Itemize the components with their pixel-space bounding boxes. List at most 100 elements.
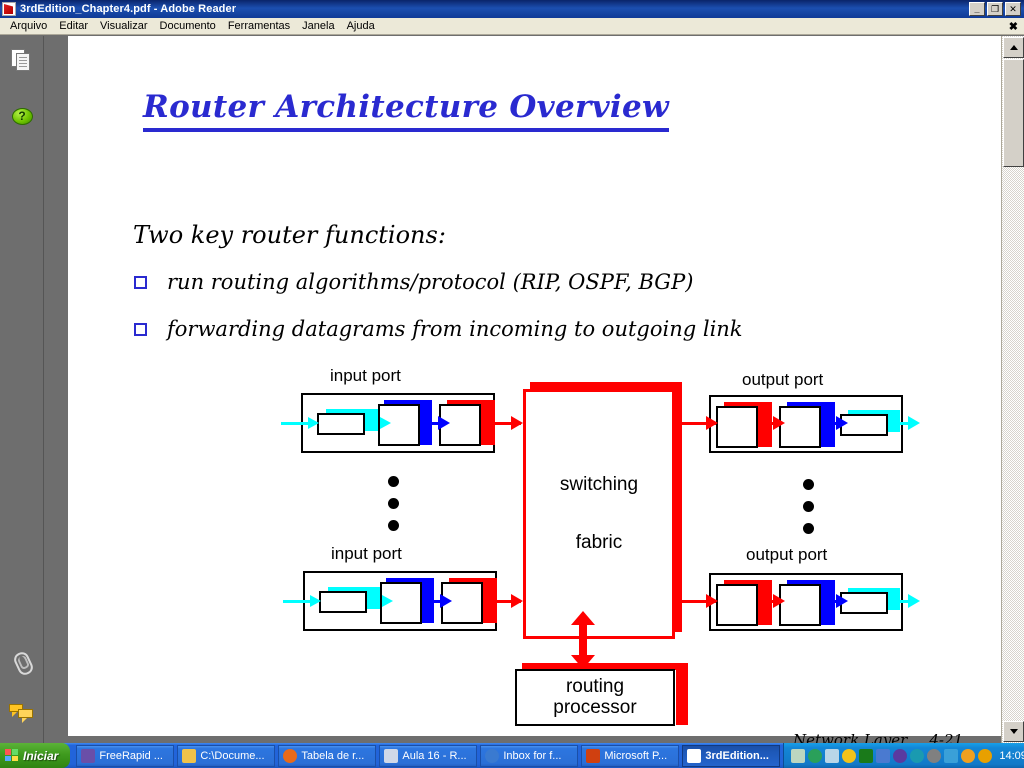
vertical-scrollbar[interactable]	[1001, 36, 1024, 743]
minimize-icon: _	[974, 4, 980, 14]
footer-label: Network Layer	[793, 731, 908, 743]
output-port-label-top: output port	[742, 370, 824, 389]
pdf-icon	[2, 2, 16, 16]
input-port-label-top: input port	[330, 366, 401, 385]
window-title-bar[interactable]: 3rdEdition_Chapter4.pdf - Adobe Reader _…	[0, 0, 1024, 18]
taskbar-button-firefox[interactable]: Tabela de r...	[278, 744, 377, 767]
input-port-label-bottom: input port	[331, 544, 402, 563]
input-top-inner-box-1	[317, 413, 365, 435]
network-icon[interactable]	[825, 748, 840, 763]
chevron-down-icon	[1009, 729, 1018, 734]
processor-shadow-right	[676, 663, 688, 725]
fabric-out-bottom-head	[706, 594, 718, 608]
taskbar: Iniciar FreeRapid ... C:\Docume... Tabel…	[0, 743, 1024, 768]
sidebar-item-pages[interactable]	[6, 46, 38, 76]
disc-icon[interactable]	[927, 748, 942, 763]
security-icon[interactable]	[978, 748, 993, 763]
display-icon[interactable]	[876, 748, 891, 763]
input-bottom-arrow-a-head	[382, 595, 393, 607]
taskbar-button-adobe-reader[interactable]: 3rdEdition...	[682, 744, 781, 767]
input-bottom-arrow-in-head	[310, 595, 321, 607]
processor-label-line2: processor	[553, 696, 637, 718]
minimize-button[interactable]: _	[969, 2, 985, 16]
menu-item-ferramentas[interactable]: Ferramentas	[222, 19, 296, 33]
folder-icon	[182, 748, 197, 763]
sidebar-item-attachments[interactable]	[6, 646, 38, 676]
taskbar-button-freerapid[interactable]: FreeRapid ...	[76, 744, 175, 767]
clock[interactable]: 14:09	[999, 750, 1024, 762]
input-bottom-arrow-out-head	[511, 594, 523, 608]
taskbar-button-label: Inbox for f...	[503, 749, 562, 762]
taskbar-button-aula16[interactable]: Aula 16 - R...	[379, 744, 478, 767]
shield-icon[interactable]	[808, 748, 823, 763]
menu-item-documento[interactable]: Documento	[154, 19, 222, 33]
output-bottom-arrow-b-head	[836, 594, 848, 608]
input-top-arrow-in-head	[308, 417, 319, 429]
close-button[interactable]: ✕	[1005, 2, 1021, 16]
router-architecture-diagram: input port input port switching fabric o…	[68, 36, 1001, 736]
document-viewport[interactable]: Router Architecture Overview Two key rou…	[45, 36, 1001, 743]
output-top-arrow-a-head	[773, 416, 785, 430]
mail-icon[interactable]	[791, 748, 806, 763]
comments-icon	[9, 702, 35, 723]
download-icon[interactable]	[893, 748, 908, 763]
scrollbar-thumb[interactable]	[1003, 59, 1024, 167]
output-top-arrow-b-head	[836, 416, 848, 430]
scroll-down-button[interactable]	[1003, 721, 1024, 742]
firefox-icon	[283, 748, 298, 763]
menu-item-editar[interactable]: Editar	[53, 19, 94, 33]
fabric-label-line1: switching	[559, 474, 639, 495]
restore-icon: ❐	[990, 3, 1000, 14]
scroll-up-button[interactable]	[1003, 37, 1024, 58]
taskbar-button-explorer[interactable]: C:\Docume...	[177, 744, 276, 767]
sync-icon[interactable]	[944, 748, 959, 763]
warning-icon[interactable]	[842, 748, 857, 763]
input-top-arrow-b-head	[438, 416, 450, 430]
menu-item-visualizar[interactable]: Visualizar	[94, 19, 154, 33]
slide-footer: Network Layer 4-21	[793, 731, 963, 743]
sidebar-item-help[interactable]: ?	[6, 101, 38, 131]
input-bottom-arrow-b-line	[422, 600, 442, 603]
start-button-label: Iniciar	[23, 748, 59, 763]
taskbar-button-label: C:\Docume...	[200, 749, 265, 762]
processor-link-head-up	[571, 611, 595, 625]
input-bottom-arrow-b-head	[440, 594, 452, 608]
switching-fabric-box: switching fabric	[523, 389, 675, 639]
output-ports-ellipsis	[803, 479, 814, 545]
usb-icon[interactable]	[910, 748, 925, 763]
taskbar-button-label: FreeRapid ...	[99, 749, 163, 762]
grid-icon[interactable]	[859, 748, 874, 763]
taskbar-button-powerpoint[interactable]: Microsoft P...	[581, 744, 680, 767]
windows-flag-icon	[5, 749, 19, 762]
menu-item-ajuda[interactable]: Ajuda	[341, 19, 381, 33]
powerpoint-icon	[586, 748, 601, 763]
start-button[interactable]: Iniciar	[0, 743, 71, 768]
close-icon: ✕	[1009, 3, 1017, 14]
menu-item-janela[interactable]: Janela	[296, 19, 340, 33]
fabric-label-line2: fabric	[575, 532, 623, 553]
maximize-restore-button[interactable]: ❐	[987, 2, 1003, 16]
taskbar-button-label: Aula 16 - R...	[402, 749, 467, 762]
footer-page-number: 4-21	[929, 731, 964, 743]
fabric-out-top-head	[706, 416, 718, 430]
output-top-inner-box-1	[716, 406, 758, 448]
document-icon	[384, 748, 399, 763]
system-tray: 14:09	[783, 743, 1024, 768]
sidebar-item-comments[interactable]	[6, 696, 38, 726]
output-top-arrow-out-head	[908, 416, 920, 430]
update-icon[interactable]	[961, 748, 976, 763]
document-close-icon[interactable]: ✖	[1009, 20, 1018, 33]
processor-link-head-down	[571, 655, 595, 669]
input-top-arrow-b-line	[420, 422, 440, 425]
window-controls: _ ❐ ✕	[969, 2, 1024, 16]
navigation-panel: ?	[0, 36, 44, 743]
taskbar-button-inbox[interactable]: Inbox for f...	[480, 744, 579, 767]
chevron-up-icon	[1009, 45, 1018, 50]
input-ports-ellipsis	[388, 476, 399, 542]
taskbar-button-label: Tabela de r...	[301, 749, 365, 762]
pdf-page: Router Architecture Overview Two key rou…	[68, 36, 1001, 743]
menu-item-arquivo[interactable]: Arquivo	[4, 19, 53, 33]
input-bottom-inner-box-1	[319, 591, 367, 613]
routing-processor-box: routing processor	[515, 669, 675, 726]
output-bottom-arrow-out-head	[908, 594, 920, 608]
